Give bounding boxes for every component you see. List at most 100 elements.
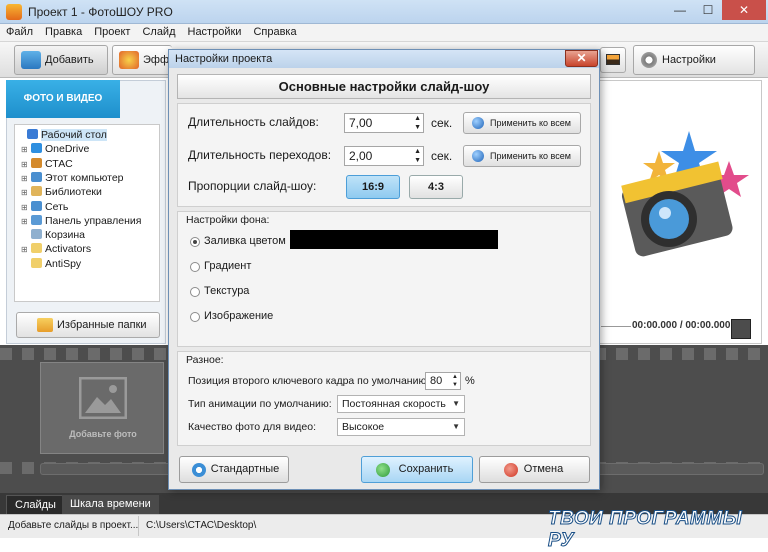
menu-settings[interactable]: Настройки (182, 24, 248, 38)
dialog-header: Основные настройки слайд-шоу (177, 74, 591, 99)
tree-item-label: AntiSpy (45, 257, 82, 270)
add-photo-slot[interactable]: Добавьте фото (40, 362, 164, 454)
misc-section-label: Разное: (186, 354, 224, 366)
title-bar: Проект 1 - ФотоШОУ PRO — ☐ ✕ (0, 0, 768, 24)
tree-item[interactable]: ⊞ Сеть (21, 200, 69, 215)
camera-icon (21, 51, 41, 69)
project-settings-dialog: Настройки проекта ✕ Основные настройки с… (168, 49, 600, 490)
expand-toggle-icon[interactable]: ⊞ (21, 174, 31, 183)
folder-star-icon (37, 318, 53, 332)
progress-track[interactable] (601, 326, 631, 327)
watermark: ТВОИ ПРОГРАММЫ РУ (548, 508, 743, 552)
folder-icon (31, 214, 42, 225)
save-button[interactable]: Сохранить (361, 456, 473, 483)
menu-edit[interactable]: Правка (39, 24, 88, 38)
tree-item[interactable]: ⊞ OneDrive (21, 143, 89, 157)
effects-tab[interactable]: Эфф (112, 45, 172, 75)
camera-illustration (621, 131, 749, 257)
spin-arrows-icon[interactable]: ▲ ▼ (414, 147, 421, 165)
aspect-16-9-button[interactable]: 16:9 (346, 175, 400, 199)
fullscreen-button[interactable] (731, 319, 751, 339)
maximize-button[interactable]: ☐ (694, 0, 722, 20)
bg-texture-radio[interactable] (190, 287, 200, 297)
apply-all-label: Применить ко всем (490, 151, 571, 161)
tree-item[interactable]: Рабочий стол (17, 129, 107, 143)
transition-duration-unit: сек. (431, 149, 453, 163)
slide-duration-input[interactable]: 7,00 ▲ ▼ (344, 113, 424, 133)
tree-item-label: Библиотеки (45, 186, 102, 199)
tree-item[interactable]: ⊞ Библиотеки (21, 186, 102, 200)
favorites-button[interactable]: Избранные папки (16, 312, 160, 338)
transition-duration-input[interactable]: 2,00 ▲ ▼ (344, 146, 424, 166)
effects-tab-label: Эфф (143, 54, 170, 66)
keyframe-unit: % (465, 375, 475, 387)
image-button[interactable] (600, 47, 626, 73)
menu-help[interactable]: Справка (247, 24, 302, 38)
app-icon (6, 4, 22, 20)
aspect-label: Пропорции слайд-шоу: (188, 179, 317, 193)
tree-item[interactable]: ⊞ Панель управления (21, 214, 142, 229)
favorites-label: Избранные папки (57, 319, 147, 331)
expand-toggle-icon[interactable]: ⊞ (21, 160, 31, 169)
spin-arrows-icon[interactable]: ▲ ▼ (452, 373, 458, 389)
gear-icon (192, 463, 206, 477)
expand-toggle-icon[interactable]: ⊞ (21, 188, 31, 197)
bg-gradient-radio[interactable] (190, 262, 200, 272)
menu-project[interactable]: Проект (88, 24, 136, 38)
tree-item[interactable]: AntiSpy (21, 257, 82, 272)
tree-item-label: СТАС (45, 157, 73, 170)
tab-slides[interactable]: Слайды (6, 495, 65, 514)
apply-all-transitions-button[interactable]: Применить ко всем (463, 145, 581, 167)
spin-arrows-icon[interactable]: ▲ ▼ (414, 114, 421, 132)
tree-item-label: Панель управления (45, 214, 142, 227)
bg-color-swatch[interactable] (290, 230, 498, 249)
dialog-close-button[interactable]: ✕ (565, 50, 598, 67)
minimize-button[interactable]: — (666, 0, 694, 20)
misc-panel: Разное: Позиция второго ключевого кадра … (177, 351, 591, 446)
tree-item-label: Сеть (45, 200, 69, 213)
apply-all-slides-button[interactable]: Применить ко всем (463, 112, 581, 134)
standard-label: Стандартные (210, 463, 280, 475)
close-button[interactable]: ✕ (722, 0, 766, 20)
tree-item[interactable]: ⊞ СТАС (21, 157, 73, 172)
bg-fill-radio[interactable] (190, 237, 200, 247)
tree-item[interactable]: Корзина (21, 229, 85, 243)
folder-icon (31, 171, 42, 182)
tab-timeline[interactable]: Шкала времени (62, 495, 159, 514)
photo-video-tab[interactable]: ФОТО И ВИДЕО (6, 80, 120, 118)
standard-button[interactable]: Стандартные (179, 456, 289, 483)
duration-panel: Длительность слайдов: 7,00 ▲ ▼ сек. Приме… (177, 103, 591, 207)
apply-icon (472, 150, 484, 162)
folder-tree[interactable]: Рабочий стол ⊞ OneDrive ⊞ СТАС ⊞ Этот компьюте… (14, 124, 160, 302)
tree-item-label: Этот компьютер (45, 171, 124, 184)
folder-icon (31, 143, 42, 154)
bg-image-label: Изображение (204, 310, 274, 322)
slide-duration-value: 7,00 (349, 116, 373, 130)
image-placeholder-icon (79, 377, 127, 419)
aspect-4-3-button[interactable]: 4:3 (409, 175, 463, 199)
expand-toggle-icon[interactable]: ⊞ (21, 145, 31, 154)
gear-icon (641, 52, 657, 68)
tree-item[interactable]: ⊞ Activators (21, 243, 91, 257)
picture-icon (606, 54, 620, 65)
keyframe-value: 80 (430, 375, 443, 387)
cancel-x-icon (504, 463, 518, 477)
project-settings-button[interactable]: Настройки проекта (633, 45, 755, 94)
bg-image-radio[interactable] (190, 312, 200, 322)
keyframe-input[interactable]: 80 ▲ ▼ (425, 372, 461, 390)
folder-icon (27, 129, 38, 139)
status-divider (138, 516, 139, 536)
animation-value: Постоянная скорость (342, 398, 446, 410)
apply-all-label: Применить ко всем (490, 118, 571, 128)
add-tab[interactable]: Добавить (14, 45, 108, 75)
cancel-button[interactable]: Отмена (479, 456, 590, 483)
check-icon (376, 463, 390, 477)
tree-item[interactable]: ⊞ Этот компьютер (21, 171, 124, 186)
menu-file[interactable]: Файл (0, 24, 39, 38)
expand-toggle-icon[interactable]: ⊞ (21, 203, 31, 212)
animation-select[interactable]: Постоянная скорость ▼ (337, 395, 465, 413)
menu-slide[interactable]: Слайд (136, 24, 181, 38)
quality-select[interactable]: Высокое ▼ (337, 418, 465, 436)
expand-toggle-icon[interactable]: ⊞ (21, 245, 31, 254)
expand-toggle-icon[interactable]: ⊞ (21, 217, 31, 226)
